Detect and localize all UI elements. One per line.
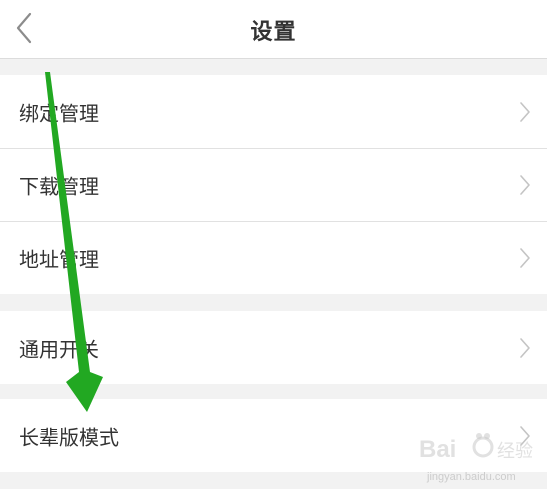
settings-item-elder-mode[interactable]: 长辈版模式 [0, 399, 547, 472]
page-title: 设置 [250, 20, 297, 45]
watermark-url: jingyan.baidu.com [427, 471, 516, 483]
settings-item-label: 绑定管理 [19, 101, 99, 125]
chevron-right-icon [519, 101, 531, 123]
chevron-right-icon [519, 247, 531, 269]
settings-group-general: 通用开关 [0, 311, 547, 384]
settings-item-binding-management[interactable]: 绑定管理 [0, 75, 547, 148]
settings-item-download-management[interactable]: 下载管理 [0, 148, 547, 221]
navigation-bar: 设置 [0, 0, 547, 59]
settings-item-label: 通用开关 [19, 337, 99, 361]
settings-item-label: 长辈版模式 [19, 425, 119, 449]
chevron-right-icon [519, 425, 531, 447]
settings-group-account: 绑定管理 下载管理 地址管理 [0, 75, 547, 294]
settings-item-address-management[interactable]: 地址管理 [0, 221, 547, 294]
settings-group-elder: 长辈版模式 [0, 399, 547, 472]
settings-item-general-switches[interactable]: 通用开关 [0, 311, 547, 384]
chevron-right-icon [519, 174, 531, 196]
settings-item-label: 地址管理 [19, 247, 99, 271]
chevron-right-icon [519, 337, 531, 359]
settings-item-label: 下载管理 [19, 174, 99, 198]
